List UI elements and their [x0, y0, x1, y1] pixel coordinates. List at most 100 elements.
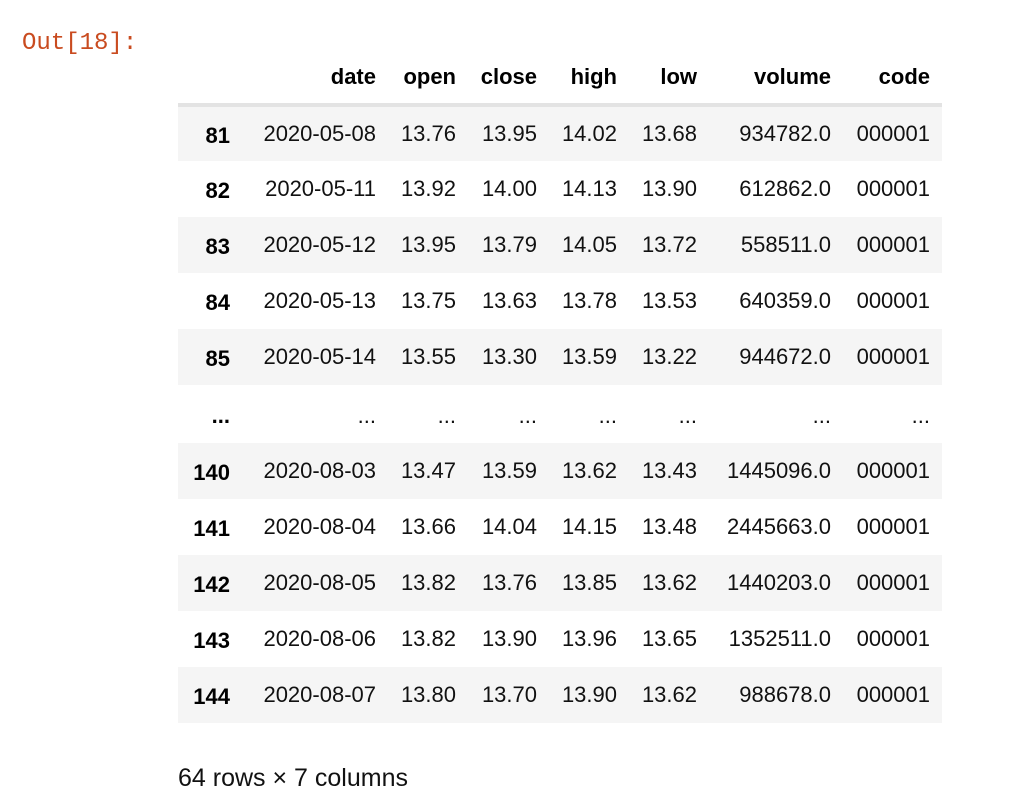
cell-code: 000001	[856, 626, 930, 651]
cell-high: 13.85	[561, 570, 617, 595]
cell-date: 2020-05-11	[265, 176, 376, 201]
cell-volume: 1445096.0	[727, 458, 831, 483]
dataframe-shape: 64 rows × 7 columns	[178, 764, 408, 792]
cell-high: 14.02	[561, 121, 617, 146]
cell-open: 13.82	[400, 626, 456, 651]
cell-high: 13.90	[561, 682, 617, 707]
cell-date: 2020-08-05	[263, 570, 376, 595]
column-header-low: low	[617, 50, 697, 107]
cell-close: 13.59	[481, 458, 537, 483]
cell-code: ...	[911, 403, 930, 428]
table-row: 143 2020-08-06 13.82 13.90 13.96 13.65 1352511…	[178, 611, 942, 667]
table-row: 82 2020-05-11 13.92 14.00 14.13 13.90 612862.0…	[178, 161, 942, 217]
row-index: 84	[205, 290, 230, 315]
cell-code: 000001	[856, 344, 930, 369]
cell-volume: 934782.0	[739, 121, 831, 146]
cell-volume: 558511.0	[740, 232, 831, 257]
cell-low: 13.62	[641, 570, 697, 595]
cell-high: ...	[598, 403, 617, 428]
column-header-code: code	[831, 50, 942, 107]
cell-date: 2020-05-14	[263, 344, 376, 369]
cell-volume: 640359.0	[739, 288, 831, 313]
cell-code: 000001	[856, 570, 930, 595]
cell-high: 14.15	[561, 514, 617, 539]
cell-open: 13.82	[400, 570, 456, 595]
cell-high: 13.62	[561, 458, 617, 483]
cell-code: 000001	[856, 458, 930, 483]
cell-low: 13.62	[641, 682, 697, 707]
cell-date: 2020-08-06	[263, 626, 376, 651]
cell-low: 13.68	[641, 121, 697, 146]
cell-high: 13.96	[561, 626, 617, 651]
table-row: 81 2020-05-08 13.76 13.95 14.02 13.68 934782.0…	[178, 105, 942, 161]
row-index: 142	[193, 572, 230, 597]
cell-low: 13.22	[641, 344, 697, 369]
cell-volume: 2445663.0	[727, 514, 831, 539]
cell-low: 13.48	[641, 514, 697, 539]
cell-date: 2020-05-12	[263, 232, 376, 257]
index-header	[178, 50, 232, 107]
table-row: 144 2020-08-07 13.80 13.70 13.90 13.62 988678.…	[178, 667, 942, 723]
cell-code: 000001	[856, 232, 930, 257]
cell-code: 000001	[856, 514, 930, 539]
table-row: 142 2020-08-05 13.82 13.76 13.85 13.62 1440203…	[178, 555, 942, 611]
cell-close: 13.63	[481, 288, 537, 313]
cell-close: 14.00	[481, 176, 537, 201]
cell-open: 13.75	[400, 288, 456, 313]
cell-open: 13.47	[400, 458, 456, 483]
cell-close: 13.90	[481, 626, 537, 651]
cell-close: 14.04	[481, 514, 537, 539]
cell-code: 000001	[856, 176, 930, 201]
row-index: 143	[193, 628, 230, 653]
table-row: 140 2020-08-03 13.47 13.59 13.62 13.43 1445096…	[178, 443, 942, 499]
cell-high: 14.13	[561, 176, 617, 201]
cell-high: 14.05	[561, 232, 617, 257]
cell-high: 13.59	[561, 344, 617, 369]
cell-low: 13.43	[641, 458, 697, 483]
cell-volume: 988678.0	[739, 682, 831, 707]
table-row: 84 2020-05-13 13.75 13.63 13.78 13.53 640359.0…	[178, 273, 942, 329]
row-index: 82	[205, 178, 230, 203]
row-index: 83	[205, 234, 230, 259]
cell-close: 13.70	[481, 682, 537, 707]
cell-close: ...	[518, 403, 537, 428]
row-index: ...	[211, 403, 230, 428]
column-header-close: close	[456, 50, 537, 107]
table-header: date open close high low volume code	[178, 50, 942, 107]
cell-close: 13.79	[481, 232, 537, 257]
table-row: 141 2020-08-04 13.66 14.04 14.15 13.48 2445663…	[178, 499, 942, 555]
ellipsis-row: ........................	[178, 385, 942, 443]
cell-open: 13.66	[400, 514, 456, 539]
output-prompt: Out[18]:	[22, 30, 138, 57]
cell-open: 13.95	[400, 232, 456, 257]
cell-volume: 1440203.0	[727, 570, 831, 595]
cell-date: 2020-08-07	[263, 682, 376, 707]
cell-volume: 612862.0	[739, 176, 831, 201]
cell-open: 13.80	[400, 682, 456, 707]
cell-code: 000001	[856, 288, 930, 313]
cell-volume: 944672.0	[739, 344, 831, 369]
row-index: 144	[193, 684, 230, 709]
cell-close: 13.30	[481, 344, 537, 369]
column-header-high: high	[537, 50, 617, 107]
cell-code: 000001	[856, 682, 930, 707]
row-index: 141	[193, 516, 230, 541]
cell-date: 2020-05-13	[263, 288, 376, 313]
cell-low: 13.65	[641, 626, 697, 651]
table-body: 81 2020-05-08 13.76 13.95 14.02 13.68 934782.0…	[178, 105, 942, 723]
cell-code: 000001	[856, 121, 930, 146]
cell-open: 13.55	[400, 344, 456, 369]
column-header-volume: volume	[697, 50, 831, 107]
cell-date: 2020-08-03	[263, 458, 376, 483]
column-header-date: date	[232, 50, 376, 107]
cell-high: 13.78	[561, 288, 617, 313]
column-header-open: open	[376, 50, 456, 107]
header-row: date open close high low volume code	[178, 50, 942, 107]
cell-date: 2020-08-04	[263, 514, 376, 539]
cell-low: 13.90	[641, 176, 697, 201]
row-index: 81	[205, 123, 230, 148]
cell-open: 13.92	[400, 176, 456, 201]
cell-low: 13.72	[641, 232, 697, 257]
cell-close: 13.76	[481, 570, 537, 595]
cell-date: ...	[357, 403, 376, 428]
